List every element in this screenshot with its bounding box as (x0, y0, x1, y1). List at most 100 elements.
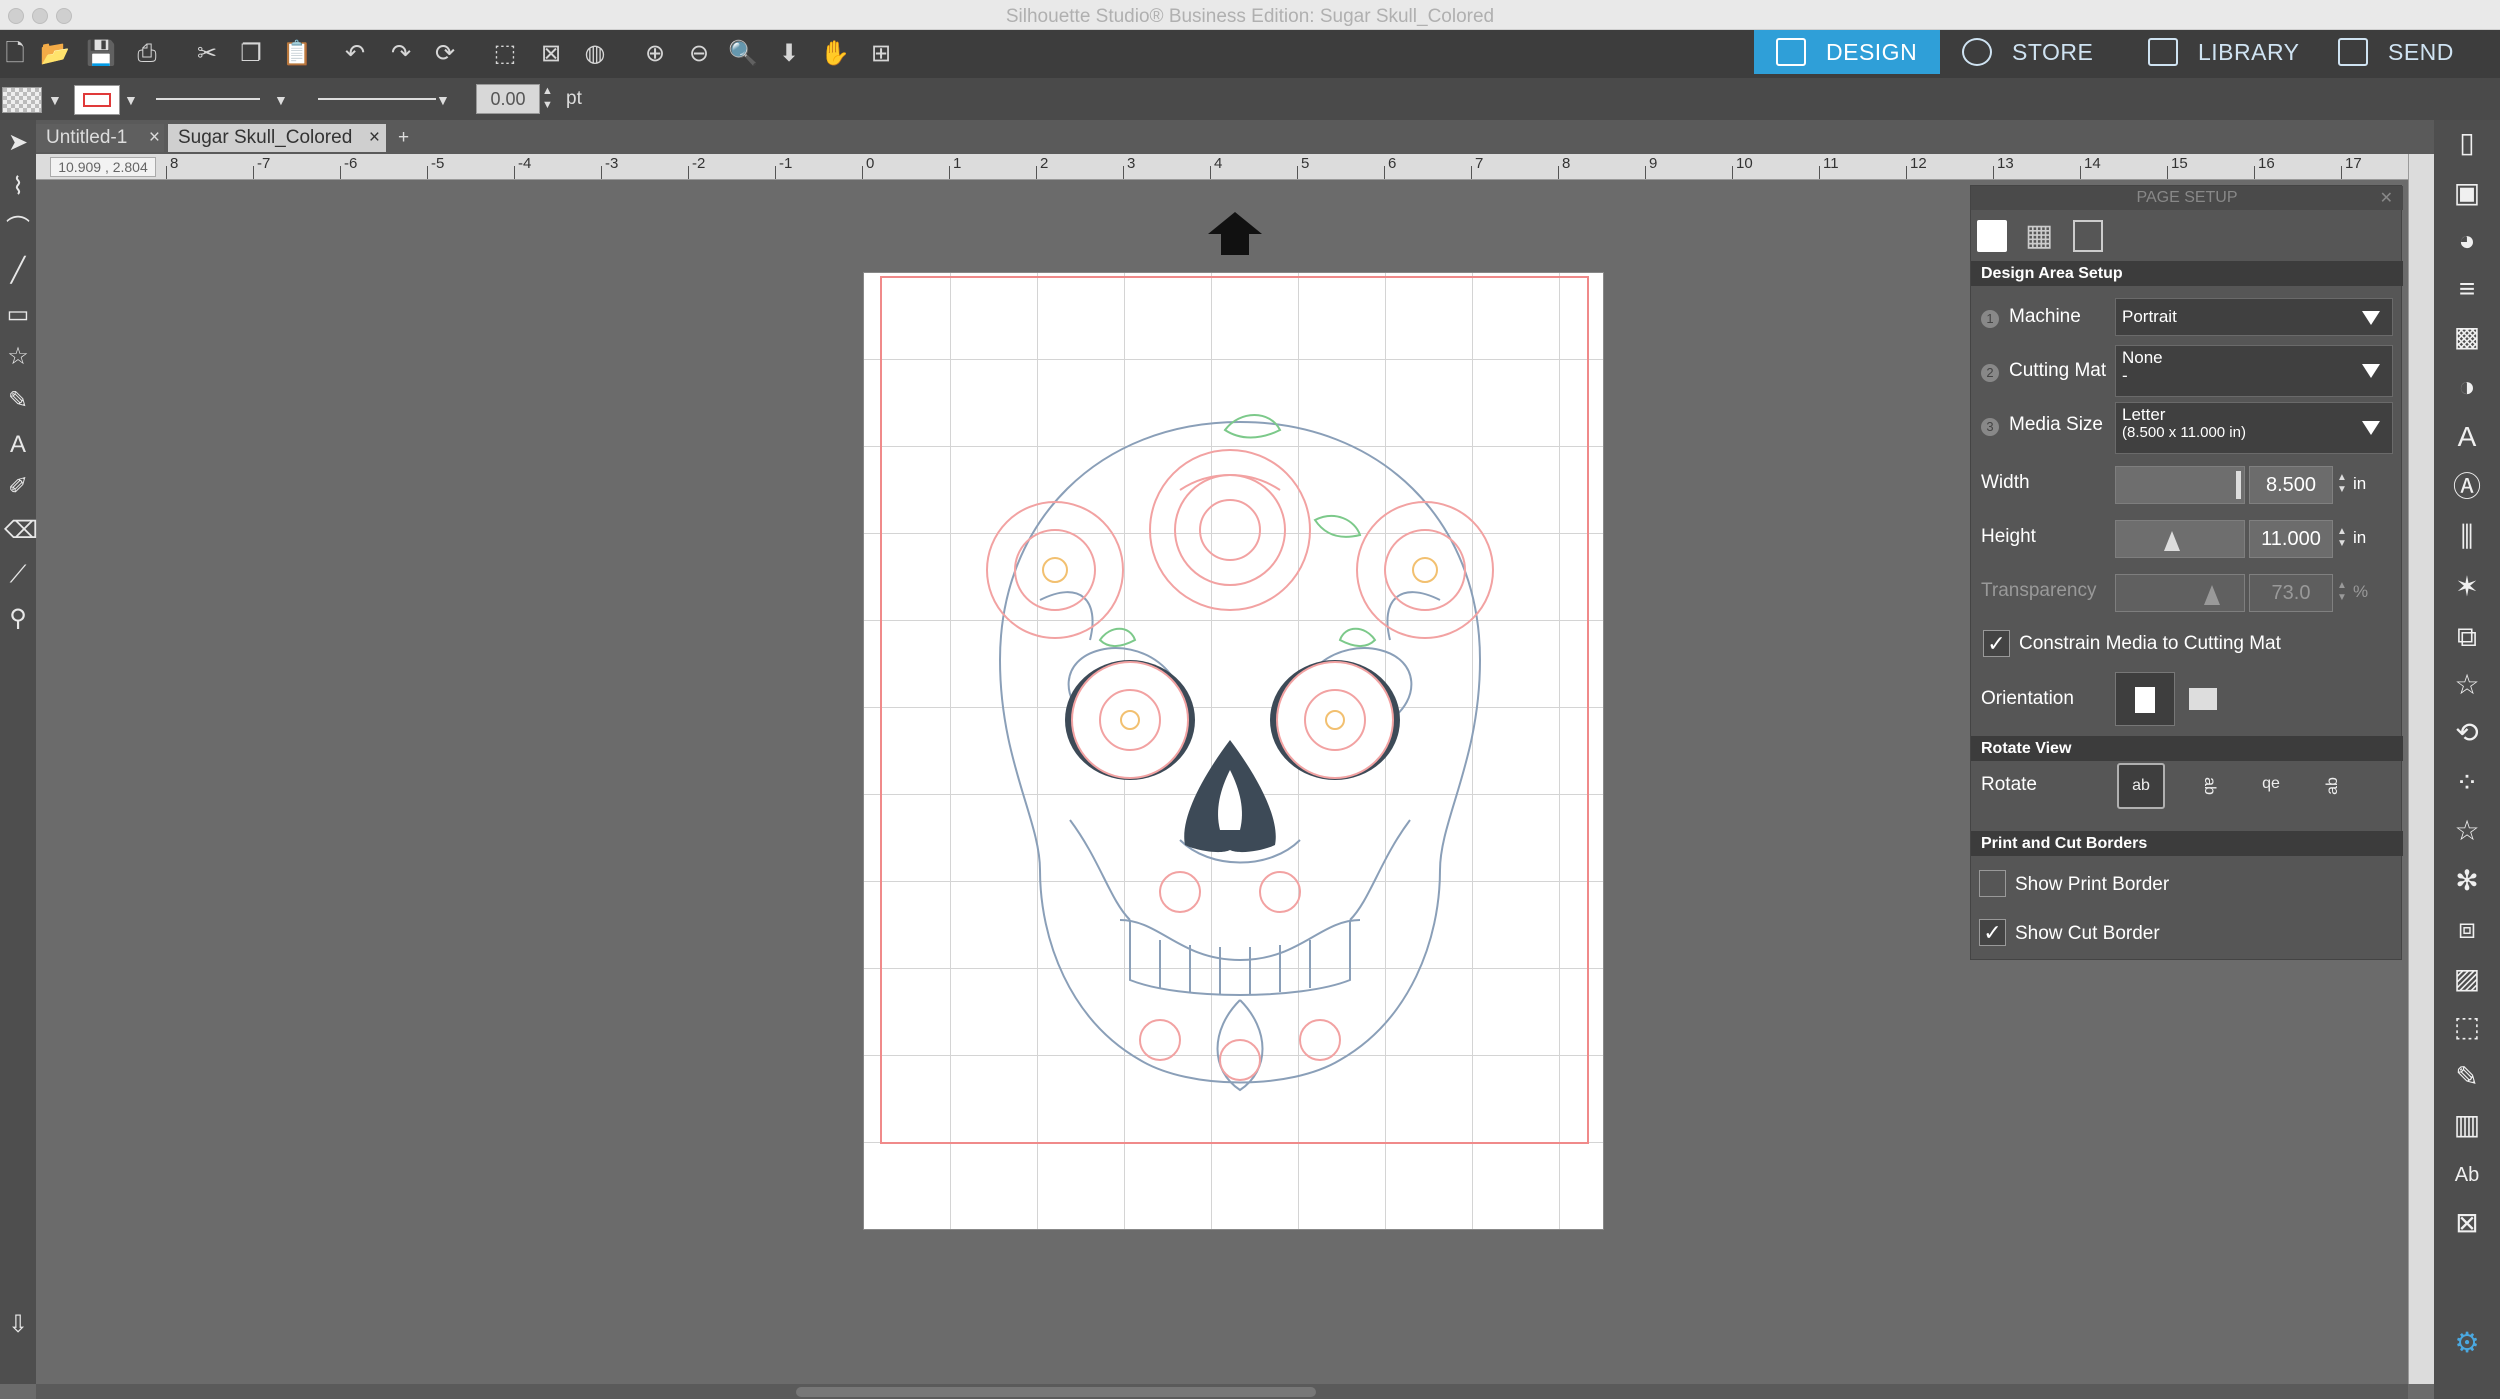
stars-panel-icon[interactable]: ☆ (2450, 814, 2484, 848)
registration-marks-icon[interactable] (2073, 220, 2103, 252)
select-arrow-icon[interactable]: ➤ (4, 128, 32, 158)
new-tab-button[interactable]: + (388, 124, 416, 152)
close-tab-icon[interactable]: × (149, 124, 160, 152)
eyedropper-icon[interactable]: ⚲ (4, 604, 32, 634)
line-tool-icon[interactable]: ╱ (4, 256, 32, 286)
fill-pattern-panel-icon[interactable]: ▨ (2450, 962, 2484, 996)
height-slider[interactable] (2115, 520, 2245, 558)
warp-panel-icon[interactable]: ⊠ (2450, 1206, 2484, 1240)
media-size-dropdown[interactable]: Letter (8.500 x 11.000 in) (2115, 402, 2393, 454)
image-panel-icon[interactable]: ▩ (2450, 320, 2484, 354)
line-width-input[interactable]: 0.00 (476, 84, 540, 114)
fit-to-page-icon[interactable]: ⬇ (774, 40, 804, 68)
trace-panel-icon[interactable]: ⁘ (2450, 766, 2484, 800)
transparency-input[interactable]: 73.0 (2249, 574, 2333, 612)
new-file-icon[interactable]: 🗋 (0, 40, 30, 68)
sketch-tool-icon[interactable]: ✐ (4, 472, 32, 502)
redo-icon[interactable]: ↷ (386, 40, 416, 68)
rectangle-tool-icon[interactable]: ▭ (4, 300, 32, 330)
eraser-tool-icon[interactable]: ⌫ (4, 516, 38, 546)
redraw-icon[interactable]: ⟳ (430, 40, 460, 68)
transparency-panel-icon[interactable]: ◑ (2450, 370, 2484, 404)
rotate-90-button[interactable]: ab (2184, 762, 2230, 810)
replicate-panel-icon[interactable]: ⧉ (2450, 620, 2484, 654)
design-tab-button[interactable]: DESIGN (1754, 30, 1940, 74)
layers-panel-icon[interactable]: ⧈ (2450, 912, 2484, 946)
favorites-panel-icon[interactable]: ☆ (2450, 668, 2484, 702)
line-style-panel-icon[interactable]: ≡ (2450, 272, 2484, 306)
undo-icon[interactable]: ↶ (340, 40, 370, 68)
polygon-star-icon[interactable]: ☆ (4, 342, 32, 372)
width-slider[interactable] (2115, 466, 2245, 504)
line-color-dropdown-icon[interactable]: ▼ (124, 92, 138, 108)
width-input[interactable]: 8.500 (2249, 466, 2333, 504)
text-panel-icon[interactable]: Ab (2450, 1158, 2484, 1192)
close-tab-icon[interactable]: × (369, 124, 380, 152)
constrain-media-checkbox[interactable]: ✓ (1983, 630, 2010, 657)
knife-tool-icon[interactable]: ⟋ (4, 560, 32, 590)
sketch-panel-icon[interactable]: ✎ (2450, 1060, 2484, 1094)
fill-dropdown-icon[interactable]: ▼ (48, 92, 62, 108)
machine-dropdown[interactable]: Portrait (2115, 298, 2393, 336)
cut-icon[interactable]: ✂ (192, 40, 222, 68)
sugar-skull-artwork[interactable] (980, 400, 1500, 1100)
rotate-180-button[interactable]: qe (2247, 763, 2295, 809)
show-cut-border-checkbox[interactable]: ✓ (1979, 919, 2006, 946)
library-tab-button[interactable]: LIBRARY (2126, 30, 2316, 74)
zoom-out-icon[interactable]: ⊖ (684, 40, 714, 68)
cutting-mat-dropdown[interactable]: None - (2115, 345, 2393, 397)
fill-panel-icon[interactable]: ◕ (2450, 224, 2484, 258)
library-panel-icon[interactable]: ▥ (2450, 1108, 2484, 1142)
page-setup-panel-icon[interactable]: ▯ (2450, 126, 2484, 160)
registration-panel-icon[interactable]: ▣ (2450, 176, 2484, 210)
horizontal-scrollbar[interactable] (36, 1384, 2408, 1399)
nesting-panel-icon[interactable]: ⬚ (2450, 1010, 2484, 1044)
height-slider-handle[interactable] (2164, 531, 2180, 551)
line-join-dropdown-icon[interactable]: ▼ (436, 92, 450, 108)
curve-tool-icon[interactable]: ⌒ (4, 214, 32, 244)
deselect-icon[interactable]: ⊠ (536, 40, 566, 68)
store-tab-button[interactable]: STORE (1940, 30, 2126, 74)
line-style-preview[interactable] (156, 98, 260, 100)
portrait-orientation-button[interactable] (2115, 672, 2175, 726)
tab-untitled-1[interactable]: Untitled-1 × (36, 124, 164, 152)
text-to-path-panel-icon[interactable]: Ⓐ (2450, 470, 2484, 504)
grid-settings-icon[interactable]: ▦ (2025, 220, 2053, 252)
scrollbar-thumb[interactable] (796, 1387, 1316, 1397)
rotate-0-button[interactable]: ab (2117, 763, 2165, 809)
pencil-tool-icon[interactable]: ✎ (4, 386, 32, 416)
add-page-icon[interactable]: ⊞ (866, 40, 896, 68)
line-width-stepper[interactable]: ▲ ▼ (542, 84, 553, 112)
offset-panel-icon[interactable]: ⟲ (2450, 716, 2484, 750)
select-by-color-icon[interactable]: ◍ (580, 40, 610, 68)
show-print-border-checkbox[interactable] (1979, 870, 2006, 897)
close-panel-icon[interactable]: ✕ (2380, 188, 2393, 208)
transparency-slider[interactable] (2115, 574, 2245, 612)
transform-panel-icon[interactable]: ✶ (2450, 570, 2484, 604)
select-all-icon[interactable]: ⬚ (490, 40, 520, 68)
import-icon[interactable]: ⇩ (4, 1310, 32, 1340)
line-style-dropdown-icon[interactable]: ▼ (274, 92, 288, 108)
height-stepper[interactable]: ▲ ▼ (2337, 526, 2347, 550)
settings-gear-icon[interactable]: ⚙ (2450, 1326, 2484, 1360)
save-icon[interactable]: 💾 (86, 40, 116, 68)
point-edit-icon[interactable]: ⌇ (4, 172, 32, 202)
fill-swatch[interactable] (2, 87, 42, 113)
zoom-in-icon[interactable]: ⊕ (640, 40, 670, 68)
open-file-icon[interactable]: 📂 (40, 40, 70, 68)
height-input[interactable]: 11.000 (2249, 520, 2333, 558)
pan-hand-icon[interactable]: ✋ (820, 40, 850, 68)
print-icon[interactable]: ⎙ (132, 40, 162, 68)
tab-sugar-skull-colored[interactable]: Sugar Skull_Colored × (168, 124, 386, 152)
transparency-stepper[interactable]: ▲ ▼ (2337, 580, 2347, 604)
text-tool-icon[interactable]: A (4, 430, 32, 460)
transparency-slider-handle[interactable] (2204, 585, 2220, 605)
text-style-panel-icon[interactable]: A (2450, 420, 2484, 454)
width-stepper[interactable]: ▲ ▼ (2337, 472, 2347, 496)
line-color-swatch[interactable] (74, 85, 120, 115)
line-join-preview[interactable] (318, 98, 436, 100)
copy-icon[interactable]: ❐ (236, 40, 266, 68)
landscape-orientation-button[interactable] (2189, 688, 2217, 710)
align-panel-icon[interactable]: ⫼ (2450, 520, 2484, 554)
zoom-select-icon[interactable]: 🔍 (728, 40, 758, 68)
